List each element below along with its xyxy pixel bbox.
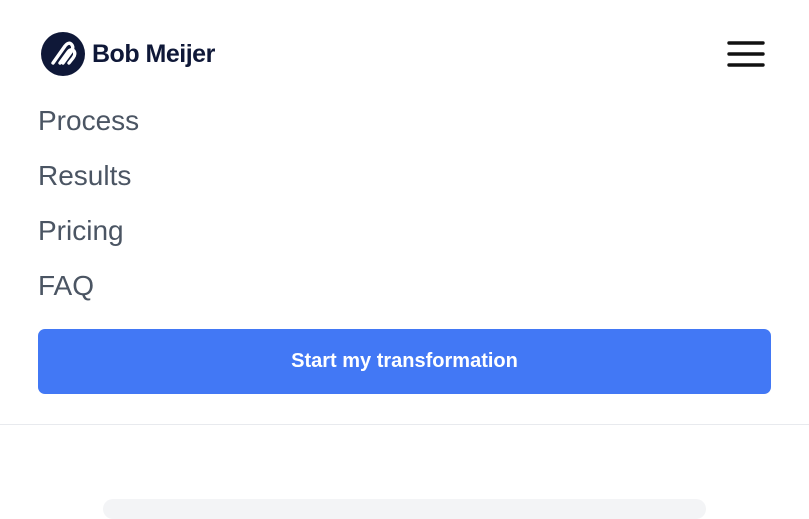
hamburger-menu-button[interactable] — [722, 34, 770, 74]
section-divider — [0, 424, 809, 425]
nav-item-process[interactable]: Process — [38, 100, 139, 155]
bm-monogram-icon — [41, 32, 85, 76]
site-header: Bob Meijer — [0, 0, 809, 100]
brand-name: Bob Meijer — [92, 39, 215, 68]
start-transformation-button[interactable]: Start my transformation — [38, 329, 771, 394]
brand-logo-link[interactable]: Bob Meijer — [41, 32, 215, 76]
content-card — [103, 499, 706, 519]
nav-item-results[interactable]: Results — [38, 155, 139, 210]
hamburger-menu-icon — [727, 41, 765, 67]
nav-item-pricing[interactable]: Pricing — [38, 210, 139, 265]
mobile-nav-menu: Process Results Pricing FAQ — [38, 100, 139, 320]
nav-item-faq[interactable]: FAQ — [38, 265, 139, 320]
